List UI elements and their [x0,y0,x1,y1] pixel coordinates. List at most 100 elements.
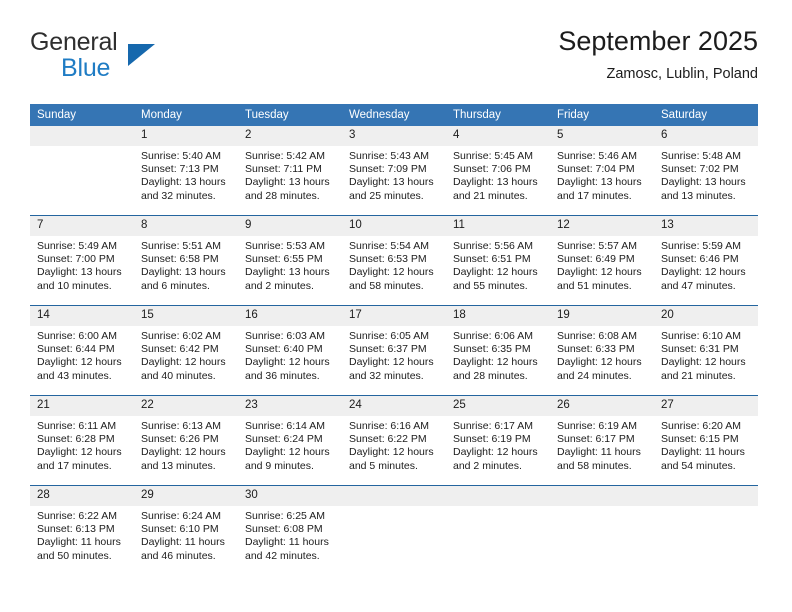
triangle-icon [128,44,155,66]
sunset-time: Sunset: 7:04 PM [557,163,635,176]
weekday-header-thursday: Thursday [446,104,550,126]
daylight-duration-line2: and 13 minutes. [141,459,216,472]
calendar-day-cell[interactable]: 27 Sunrise: 6:20 AM Sunset: 6:15 PM Dayligh… [654,395,758,486]
day-number: 17 [342,306,446,326]
calendar-day-cell[interactable]: 8 Sunrise: 5:51 AM Sunset: 6:58 PM Daylight… [134,215,238,306]
day-details: Sunrise: 6:20 AM Sunset: 6:15 PM Daylight:… [654,416,758,473]
calendar-day-cell[interactable]: 7 Sunrise: 5:49 AM Sunset: 7:00 PM Daylight… [30,215,134,306]
day-details: Sunrise: 5:42 AM Sunset: 7:11 PM Daylight:… [238,146,342,203]
daylight-duration-line1: Daylight: 12 hours [37,356,122,369]
sunrise-time: Sunrise: 6:17 AM [453,420,533,432]
weekday-header-tuesday: Tuesday [238,104,342,126]
sunset-time: Sunset: 6:58 PM [141,253,219,266]
daylight-duration-line1: Daylight: 12 hours [557,356,642,369]
day-number: 20 [654,306,758,326]
day-details: Sunrise: 5:56 AM Sunset: 6:51 PM Daylight:… [446,236,550,293]
daylight-duration-line2: and 50 minutes. [37,549,112,562]
calendar-day-cell[interactable]: 22 Sunrise: 6:13 AM Sunset: 6:26 PM Dayligh… [134,395,238,486]
daylight-duration-line2: and 28 minutes. [453,369,528,382]
sunset-time: Sunset: 6:17 PM [557,433,635,446]
daylight-duration-line2: and 21 minutes. [661,369,736,382]
calendar-day-cell[interactable]: 4 Sunrise: 5:45 AM Sunset: 7:06 PM Daylight… [446,126,550,216]
calendar-day-cell[interactable]: 19 Sunrise: 6:08 AM Sunset: 6:33 PM Dayligh… [550,305,654,396]
calendar-day-cell[interactable]: 15 Sunrise: 6:02 AM Sunset: 6:42 PM Dayligh… [134,305,238,396]
daylight-duration-line1: Daylight: 12 hours [453,356,538,369]
daylight-duration-line1: Daylight: 12 hours [349,356,434,369]
daylight-duration-line1: Daylight: 13 hours [141,176,226,189]
daylight-duration-line1: Daylight: 11 hours [141,536,225,549]
day-details: Sunrise: 6:08 AM Sunset: 6:33 PM Daylight:… [550,326,654,383]
calendar-day-cell[interactable]: 18 Sunrise: 6:06 AM Sunset: 6:35 PM Dayligh… [446,305,550,396]
daylight-duration-line1: Daylight: 12 hours [661,356,746,369]
day-number: 10 [342,216,446,236]
calendar-week-row: 28 Sunrise: 6:22 AM Sunset: 6:13 PM Dayligh… [30,485,758,575]
day-details: Sunrise: 5:45 AM Sunset: 7:06 PM Daylight:… [446,146,550,203]
calendar-day-cell[interactable]: 29 Sunrise: 6:24 AM Sunset: 6:10 PM Dayligh… [134,485,238,575]
daylight-duration-line1: Daylight: 12 hours [453,446,538,459]
sunset-time: Sunset: 6:26 PM [141,433,219,446]
calendar-day-cell[interactable]: 9 Sunrise: 5:53 AM Sunset: 6:55 PM Daylight… [238,215,342,306]
calendar-page: General Blue September 2025 Zamosc, Lubl… [0,0,792,612]
calendar-day-cell[interactable]: 17 Sunrise: 6:05 AM Sunset: 6:37 PM Dayligh… [342,305,446,396]
sunrise-time: Sunrise: 6:05 AM [349,330,429,342]
day-details: Sunrise: 5:48 AM Sunset: 7:02 PM Daylight:… [654,146,758,203]
calendar-day-cell[interactable]: 13 Sunrise: 5:59 AM Sunset: 6:46 PM Dayligh… [654,215,758,306]
calendar-day-cell[interactable]: 12 Sunrise: 5:57 AM Sunset: 6:49 PM Dayligh… [550,215,654,306]
calendar-day-cell[interactable]: 2 Sunrise: 5:42 AM Sunset: 7:11 PM Daylight… [238,126,342,216]
weekday-header-wednesday: Wednesday [342,104,446,126]
sunrise-time: Sunrise: 5:49 AM [37,240,117,252]
day-number: 2 [238,126,342,146]
day-number: 28 [30,486,134,506]
daylight-duration-line1: Daylight: 13 hours [245,266,330,279]
calendar-body: 1 Sunrise: 5:40 AM Sunset: 7:13 PM Daylight… [30,126,758,575]
sunset-time: Sunset: 6:55 PM [245,253,323,266]
daylight-duration-line1: Daylight: 12 hours [37,446,122,459]
calendar-week-row: 21 Sunrise: 6:11 AM Sunset: 6:28 PM Dayligh… [30,395,758,486]
sunrise-time: Sunrise: 6:10 AM [661,330,741,342]
calendar-day-cell[interactable]: 30 Sunrise: 6:25 AM Sunset: 6:08 PM Dayligh… [238,485,342,575]
day-details: Sunrise: 6:05 AM Sunset: 6:37 PM Daylight:… [342,326,446,383]
calendar-day-cell[interactable]: 24 Sunrise: 6:16 AM Sunset: 6:22 PM Dayligh… [342,395,446,486]
day-number [654,486,758,506]
weekday-header-sunday: Sunday [30,104,134,126]
day-number: 8 [134,216,238,236]
day-details: Sunrise: 6:13 AM Sunset: 6:26 PM Daylight:… [134,416,238,473]
day-details: Sunrise: 5:40 AM Sunset: 7:13 PM Daylight:… [134,146,238,203]
day-number: 30 [238,486,342,506]
daylight-duration-line2: and 10 minutes. [37,279,112,292]
daylight-duration-line1: Daylight: 13 hours [245,176,330,189]
calendar-day-cell[interactable]: 23 Sunrise: 6:14 AM Sunset: 6:24 PM Dayligh… [238,395,342,486]
calendar-day-cell[interactable]: 21 Sunrise: 6:11 AM Sunset: 6:28 PM Dayligh… [30,395,134,486]
day-details: Sunrise: 6:11 AM Sunset: 6:28 PM Daylight:… [30,416,134,473]
calendar-day-cell[interactable]: 28 Sunrise: 6:22 AM Sunset: 6:13 PM Dayligh… [30,485,134,575]
calendar-day-cell[interactable]: 10 Sunrise: 5:54 AM Sunset: 6:53 PM Dayligh… [342,215,446,306]
day-number: 9 [238,216,342,236]
sunrise-time: Sunrise: 6:11 AM [37,420,117,432]
day-number: 3 [342,126,446,146]
sunset-time: Sunset: 6:33 PM [557,343,635,356]
day-details: Sunrise: 5:46 AM Sunset: 7:04 PM Daylight:… [550,146,654,203]
calendar-day-cell[interactable]: 14 Sunrise: 6:00 AM Sunset: 6:44 PM Dayligh… [30,305,134,396]
day-details: Sunrise: 6:10 AM Sunset: 6:31 PM Daylight:… [654,326,758,383]
calendar-day-cell[interactable]: 6 Sunrise: 5:48 AM Sunset: 7:02 PM Daylight… [654,126,758,216]
day-details: Sunrise: 6:14 AM Sunset: 6:24 PM Daylight:… [238,416,342,473]
day-details: Sunrise: 6:22 AM Sunset: 6:13 PM Daylight:… [30,506,134,563]
sunset-time: Sunset: 6:08 PM [245,523,323,536]
sunset-time: Sunset: 6:13 PM [37,523,115,536]
calendar-day-cell[interactable]: 3 Sunrise: 5:43 AM Sunset: 7:09 PM Daylight… [342,126,446,216]
calendar-day-cell[interactable]: 26 Sunrise: 6:19 AM Sunset: 6:17 PM Dayligh… [550,395,654,486]
calendar-day-cell[interactable]: 5 Sunrise: 5:46 AM Sunset: 7:04 PM Daylight… [550,126,654,216]
calendar-day-cell[interactable]: 25 Sunrise: 6:17 AM Sunset: 6:19 PM Dayligh… [446,395,550,486]
calendar-day-cell[interactable]: 1 Sunrise: 5:40 AM Sunset: 7:13 PM Daylight… [134,126,238,216]
daylight-duration-line2: and 51 minutes. [557,279,632,292]
weekday-header-friday: Friday [550,104,654,126]
calendar-day-cell[interactable]: 20 Sunrise: 6:10 AM Sunset: 6:31 PM Dayligh… [654,305,758,396]
sunrise-time: Sunrise: 5:46 AM [557,150,637,162]
brand-logo[interactable]: General Blue [30,28,260,92]
sunrise-time: Sunrise: 6:16 AM [349,420,429,432]
calendar-day-cell[interactable]: 16 Sunrise: 6:03 AM Sunset: 6:40 PM Dayligh… [238,305,342,396]
day-number: 19 [550,306,654,326]
calendar-day-cell[interactable]: 11 Sunrise: 5:56 AM Sunset: 6:51 PM Dayligh… [446,215,550,306]
day-details: Sunrise: 6:06 AM Sunset: 6:35 PM Daylight:… [446,326,550,383]
daylight-duration-line2: and 32 minutes. [141,189,216,202]
